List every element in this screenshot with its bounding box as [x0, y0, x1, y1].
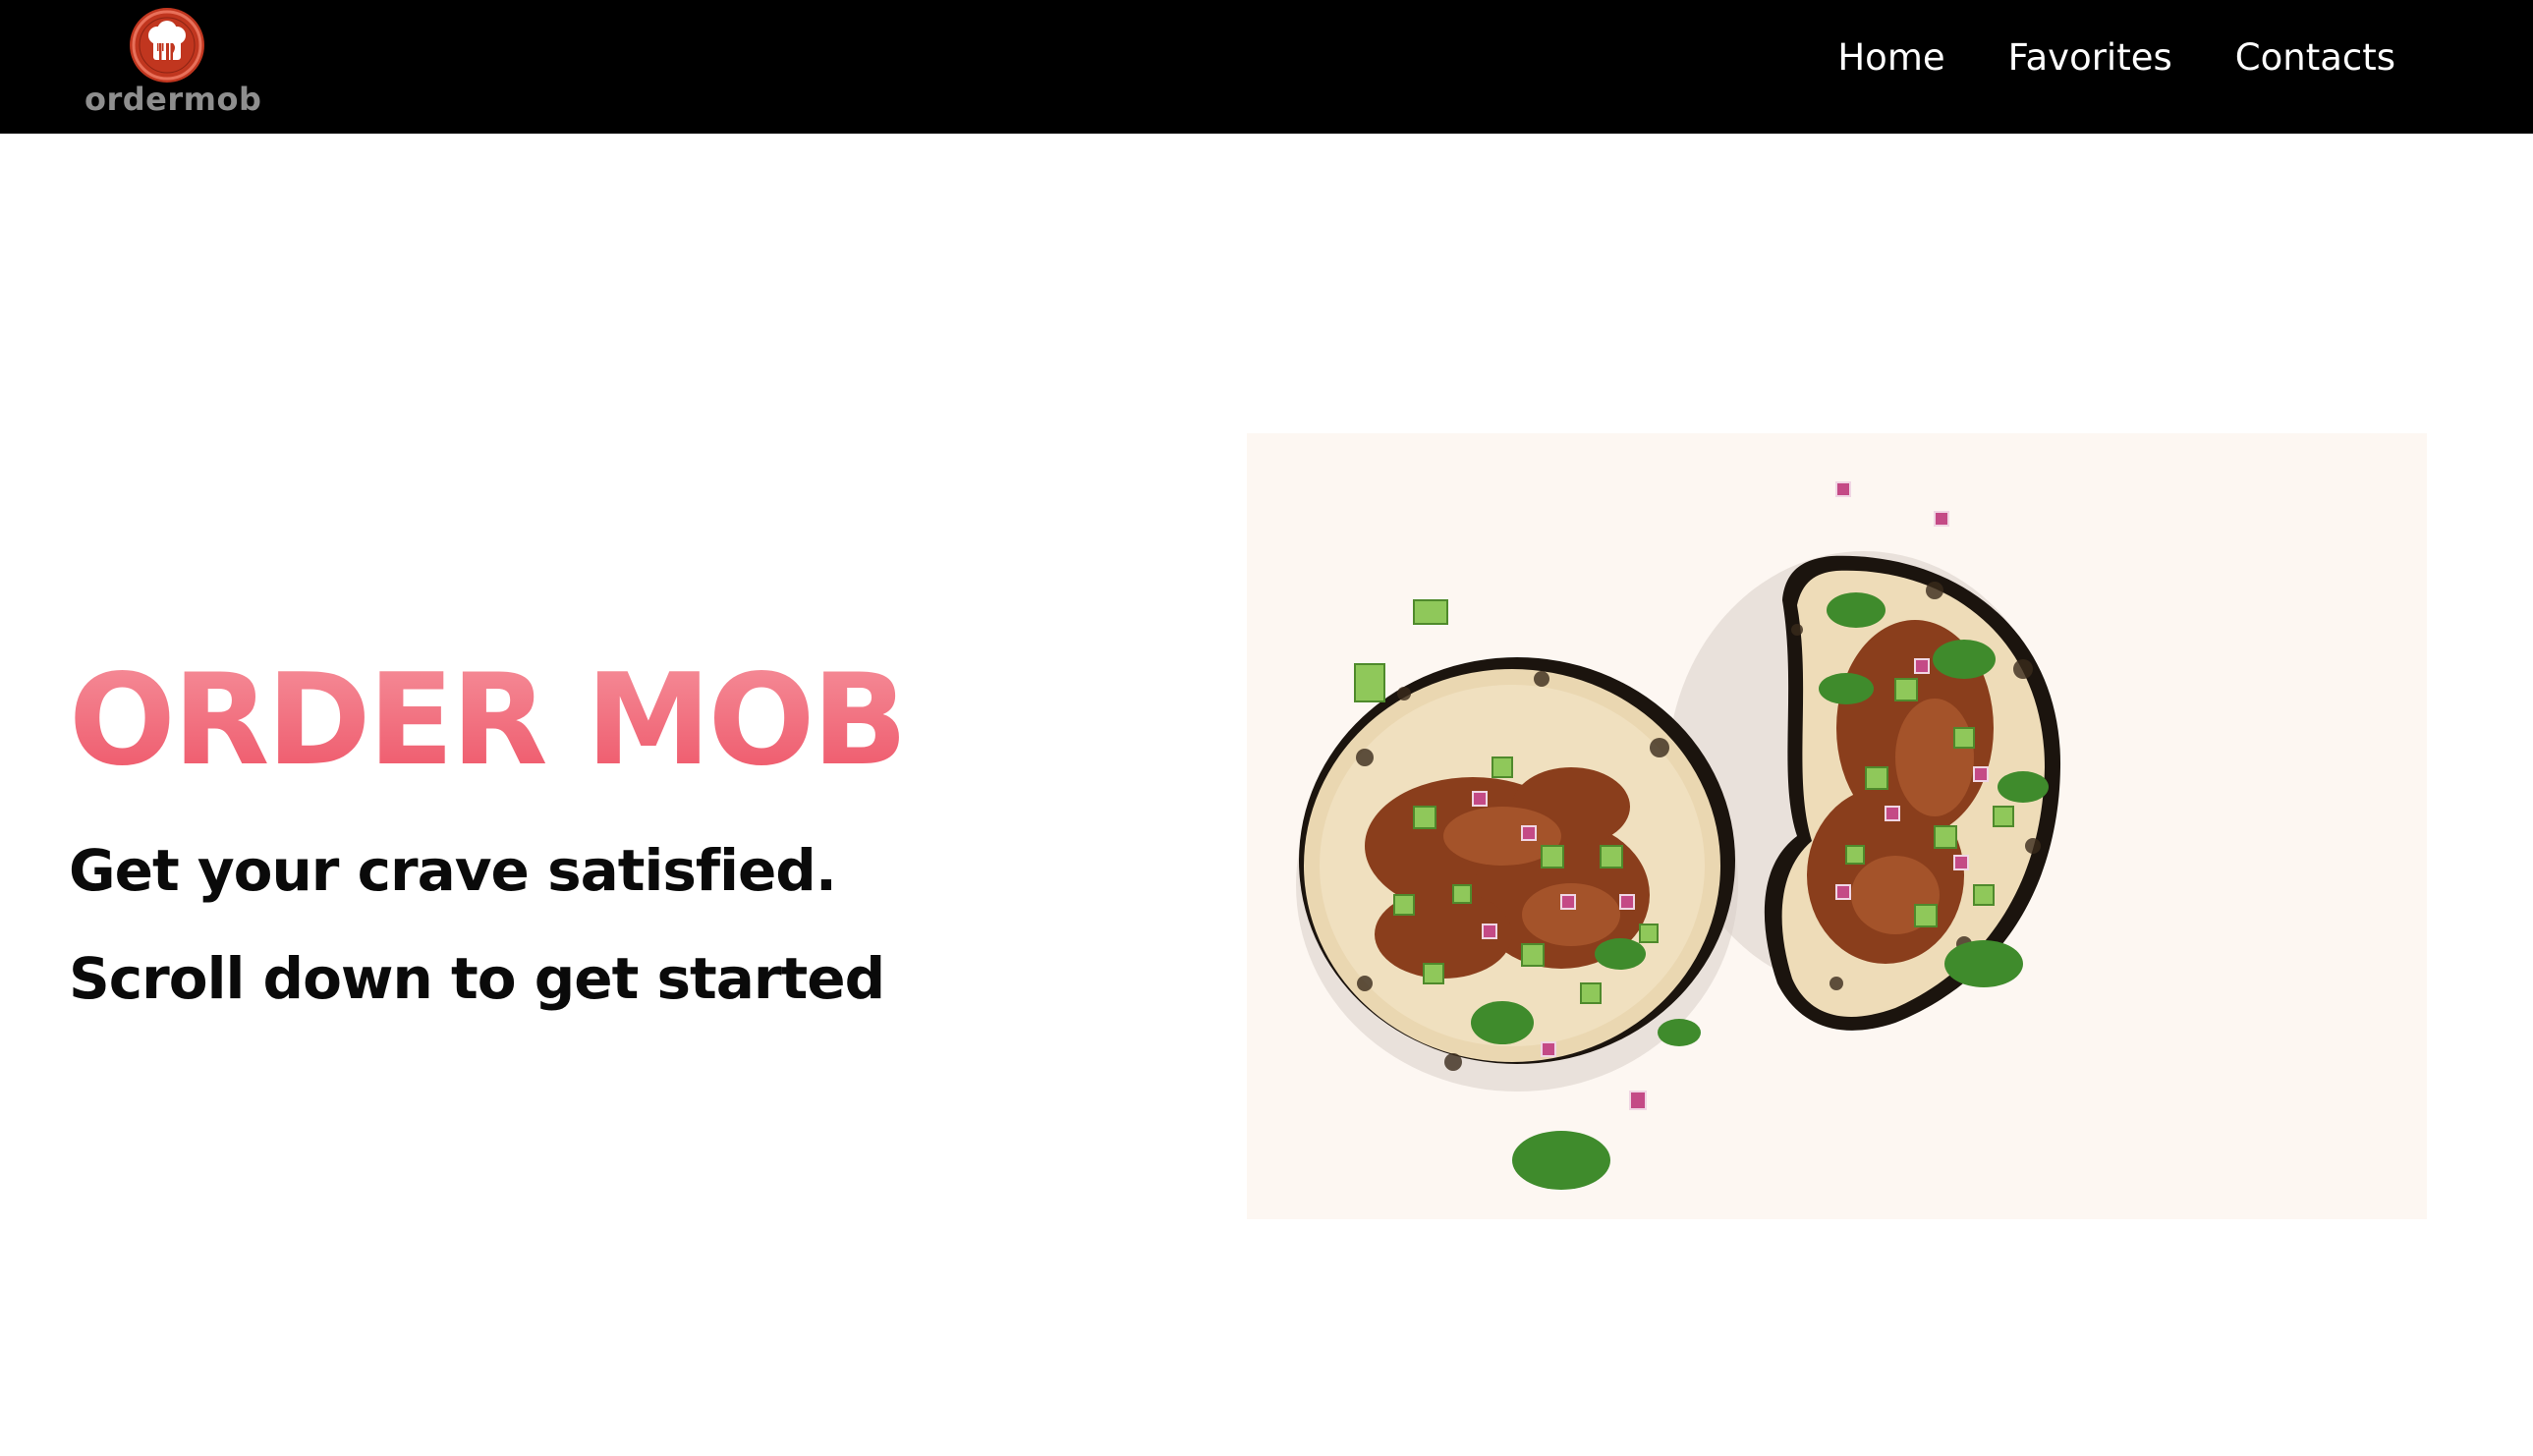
- nav-link-favorites[interactable]: Favorites: [2008, 36, 2172, 79]
- hero-title: ORDER MOB: [69, 647, 908, 794]
- tacos-illustration: [1247, 433, 2427, 1219]
- top-navbar: ordermob Home Favorites Contacts: [0, 0, 2533, 134]
- hero-tagline: Get your crave satisfied.: [69, 837, 837, 904]
- hero-tacos-image: [1247, 433, 2427, 1219]
- chef-hat-utensils-icon: [128, 6, 206, 84]
- main-nav: Home Favorites Contacts: [1837, 29, 2395, 84]
- nav-link-contacts[interactable]: Contacts: [2235, 36, 2395, 79]
- nav-link-home[interactable]: Home: [1837, 36, 1944, 79]
- brand-logo-link[interactable]: ordermob: [84, 6, 262, 122]
- hero-scroll-hint: Scroll down to get started: [69, 945, 885, 1012]
- brand-wordmark: ordermob: [84, 81, 262, 118]
